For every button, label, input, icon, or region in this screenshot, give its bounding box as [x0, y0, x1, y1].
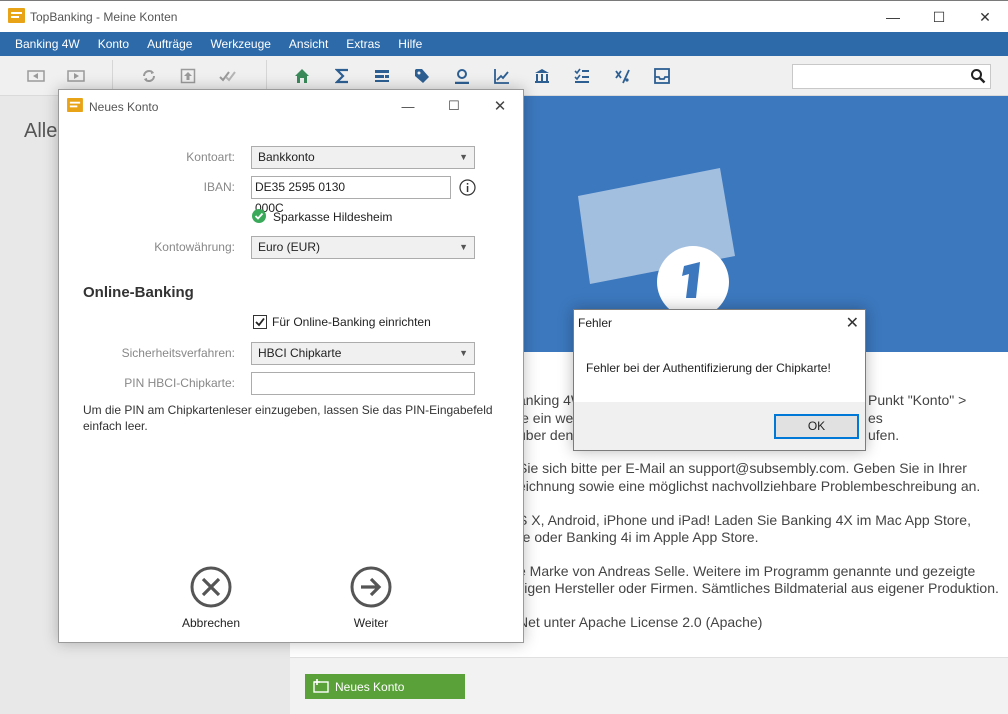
search-input[interactable] [792, 64, 991, 89]
add-account-icon [313, 679, 329, 693]
kontoart-label: Kontoart: [186, 150, 235, 164]
welcome-text-line: ie ein weit [518, 410, 581, 426]
app-logo-icon [67, 98, 83, 112]
cancel-label: Abbrechen [181, 616, 241, 630]
iban-field[interactable]: DE35 2595 0130 000C [251, 176, 371, 215]
welcome-text-line: über den [518, 427, 574, 443]
verfahren-value: HBCI Chipkarte [258, 346, 342, 360]
new-account-button[interactable]: Neues Konto [305, 674, 465, 699]
error-dialog: Fehler ✕ Fehler bei der Authentifizierun… [573, 309, 866, 451]
double-check-icon[interactable] [216, 65, 240, 87]
error-dialog-title: Fehler [578, 316, 613, 330]
menu-bar: Banking 4W Konto Aufträge Werkzeuge Ansi… [0, 32, 1008, 56]
welcome-text-line: eichnung sowie eine möglichst nachvollzi… [518, 478, 981, 494]
sum-icon[interactable] [330, 65, 354, 87]
chart-icon[interactable] [490, 65, 514, 87]
checkmark-icon [255, 317, 265, 327]
menu-banking[interactable]: Banking 4W [6, 32, 89, 56]
bank-name: Sparkasse Hildesheim [273, 210, 393, 224]
check-circle-icon [252, 209, 266, 223]
chevron-down-icon: ▼ [459, 348, 468, 358]
error-message: Fehler bei der Authentifizierung der Chi… [586, 361, 831, 375]
ok-button[interactable]: OK [774, 414, 859, 439]
iban-field-extension[interactable] [371, 176, 451, 199]
menu-hilfe[interactable]: Hilfe [389, 32, 431, 56]
forward-icon[interactable] [64, 65, 88, 87]
dialog-close-button[interactable]: ✕ [485, 95, 515, 117]
online-banking-title: Online-Banking [83, 284, 194, 301]
dialog-maximize-button[interactable]: ☐ [439, 95, 469, 117]
pin-hint: Um die PIN am Chipkartenleser einzugeben… [83, 403, 493, 433]
welcome-text-line: S X, Android, iPhone und iPad! Laden Sie… [518, 512, 971, 528]
person-icon[interactable] [450, 65, 474, 87]
sync-icon[interactable] [137, 65, 161, 87]
back-icon[interactable] [24, 65, 48, 87]
chevron-down-icon: ▼ [459, 152, 468, 162]
bank-icon[interactable] [530, 65, 554, 87]
main-titlebar: TopBanking - Meine Konten — ☐ ✕ [0, 0, 1008, 32]
welcome-text-line: iligen Hersteller oder Firmen. Sämtliche… [518, 580, 999, 596]
menu-ansicht[interactable]: Ansicht [280, 32, 337, 56]
toolbar-separator [112, 60, 113, 92]
pin-field[interactable] [251, 372, 475, 395]
upload-icon[interactable] [176, 65, 200, 87]
bottom-action-bar: Neues Konto [290, 657, 1008, 714]
menu-konto[interactable]: Konto [89, 32, 138, 56]
dialog-minimize-button[interactable]: — [393, 95, 423, 117]
inbox-icon[interactable] [650, 65, 674, 87]
app-logo-icon [8, 8, 25, 23]
tax-icon[interactable] [610, 65, 634, 87]
tag-icon[interactable] [410, 65, 434, 87]
welcome-text-line: re oder Banking 4i im Apple App Store. [518, 529, 759, 545]
new-account-dialog: Neues Konto — ☐ ✕ Kontoart: Bankkonto ▼ … [58, 89, 524, 643]
online-banking-checkbox-label[interactable]: Für Online-Banking einrichten [272, 315, 431, 329]
info-icon[interactable] [459, 179, 476, 196]
toolbar-separator [266, 60, 267, 92]
iban-label: IBAN: [203, 180, 235, 194]
menu-extras[interactable]: Extras [337, 32, 389, 56]
minimize-button[interactable]: — [870, 1, 916, 33]
welcome-text-line: es [868, 410, 883, 426]
cancel-button[interactable]: Abbrechen [171, 566, 251, 630]
waehrung-value: Euro (EUR) [258, 240, 321, 254]
accounts-heading: Alle [24, 120, 58, 142]
home-icon[interactable] [290, 65, 314, 87]
chevron-down-icon: ▼ [459, 242, 468, 252]
waehrung-label: Kontowährung: [154, 240, 235, 254]
categories-icon[interactable] [370, 65, 394, 87]
menu-auftraege[interactable]: Aufträge [138, 32, 201, 56]
new-account-label: Neues Konto [335, 679, 405, 694]
search-icon[interactable] [970, 68, 986, 84]
verfahren-select[interactable]: HBCI Chipkarte ▼ [251, 342, 475, 365]
error-close-button[interactable]: ✕ [846, 313, 859, 333]
next-circle-icon [350, 566, 392, 608]
close-button[interactable]: ✕ [962, 1, 1008, 33]
next-label: Weiter [353, 616, 389, 630]
online-banking-checkbox[interactable] [253, 315, 267, 329]
maximize-button[interactable]: ☐ [916, 1, 962, 33]
welcome-text-line: e Marke von Andreas Selle. Weitere im Pr… [518, 563, 976, 579]
checklist-icon[interactable] [570, 65, 594, 87]
welcome-text-line: ufen. [868, 427, 900, 443]
kontoart-select[interactable]: Bankkonto ▼ [251, 146, 475, 169]
cancel-circle-icon [190, 566, 232, 608]
verfahren-label: Sicherheitsverfahren: [121, 346, 235, 360]
dialog-title: Neues Konto [89, 100, 159, 114]
waehrung-select[interactable]: Euro (EUR) ▼ [251, 236, 475, 259]
welcome-text-line: Net unter Apache License 2.0 (Apache) [518, 614, 763, 630]
window-title: TopBanking - Meine Konten [30, 10, 178, 24]
menu-werkzeuge[interactable]: Werkzeuge [201, 32, 279, 56]
next-button[interactable]: Weiter [331, 566, 411, 630]
welcome-text-line: Sie sich bitte per E-Mail an support@sub… [518, 460, 967, 476]
welcome-text-line: Punkt "Konto" > [868, 392, 967, 408]
pin-label: PIN HBCI-Chipkarte: [124, 376, 235, 390]
kontoart-value: Bankkonto [258, 150, 315, 164]
